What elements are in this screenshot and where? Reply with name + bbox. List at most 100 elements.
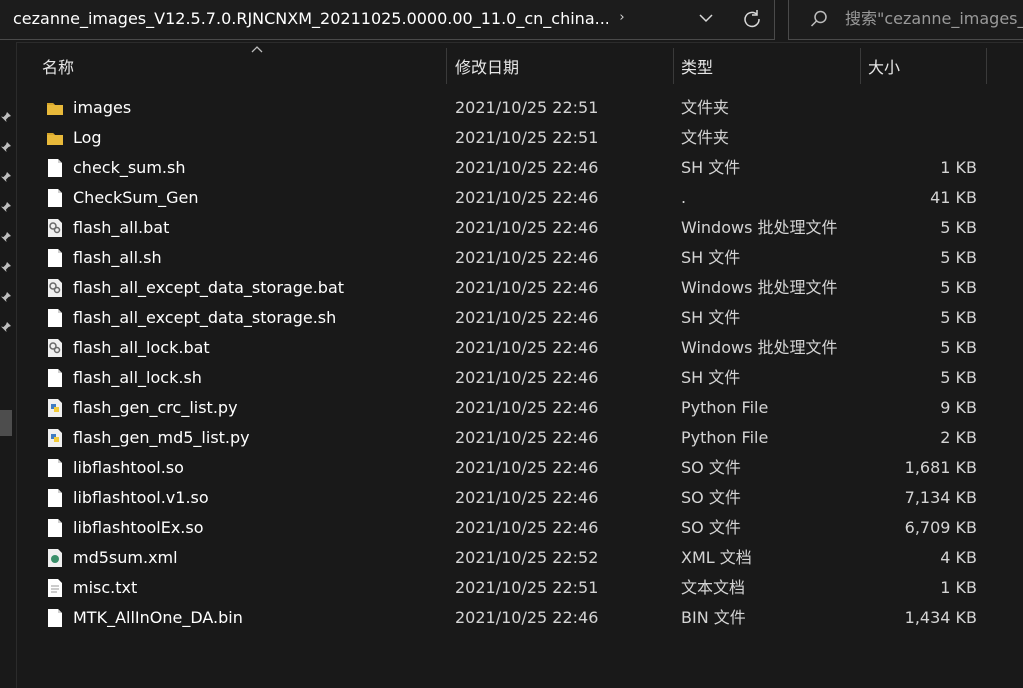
file-type: . bbox=[681, 188, 687, 207]
pin-icon bbox=[0, 288, 12, 302]
chevron-down-icon[interactable] bbox=[696, 8, 716, 28]
file-modified-date: 2021/10/25 22:46 bbox=[455, 488, 599, 507]
file-size: 1,434 KB bbox=[904, 608, 977, 627]
file-icon bbox=[46, 188, 64, 208]
file-size: 4 KB bbox=[940, 548, 977, 567]
file-icon bbox=[46, 158, 64, 178]
file-name: CheckSum_Gen bbox=[73, 188, 199, 207]
file-name: flash_all_except_data_storage.sh bbox=[73, 308, 337, 327]
file-size bbox=[867, 96, 977, 120]
file-modified-date: 2021/10/25 22:46 bbox=[455, 368, 599, 387]
file-size: 5 KB bbox=[940, 278, 977, 297]
file-type: SO 文件 bbox=[681, 488, 741, 507]
file-row[interactable]: flash_all_except_data_storage.bat 2021/10… bbox=[17, 273, 1023, 303]
file-row[interactable]: flash_all_lock.sh 2021/10/25 22:46 SH 文件 5 … bbox=[17, 363, 1023, 393]
python-file-icon bbox=[46, 398, 64, 418]
file-name: check_sum.sh bbox=[73, 158, 186, 177]
file-row[interactable]: flash_gen_md5_list.py 2021/10/25 22:46 Pyt… bbox=[17, 423, 1023, 453]
file-icon bbox=[46, 368, 64, 388]
file-modified-date: 2021/10/25 22:46 bbox=[455, 608, 599, 627]
sort-ascending-icon bbox=[249, 42, 265, 56]
column-divider[interactable] bbox=[860, 48, 861, 84]
file-type: SH 文件 bbox=[681, 248, 741, 267]
file-size: 6,709 KB bbox=[904, 518, 977, 537]
search-input[interactable]: 搜索"cezanne_images_... bbox=[845, 7, 1023, 31]
file-size: 1 KB bbox=[940, 578, 977, 597]
file-type: SO 文件 bbox=[681, 518, 741, 537]
file-row[interactable]: libflashtoolEx.so 2021/10/25 22:46 SO 文件 6,… bbox=[17, 513, 1023, 543]
file-row[interactable]: Log 2021/10/25 22:51 文件夹 bbox=[17, 123, 1023, 153]
column-divider[interactable] bbox=[986, 48, 987, 84]
file-modified-date: 2021/10/25 22:52 bbox=[455, 548, 599, 567]
file-icon bbox=[46, 458, 64, 478]
file-row[interactable]: check_sum.sh 2021/10/25 22:46 SH 文件 1 KB bbox=[17, 153, 1023, 183]
file-name: libflashtool.so bbox=[73, 458, 184, 477]
breadcrumb-chevron-icon[interactable]: › bbox=[615, 9, 629, 27]
file-type: BIN 文件 bbox=[681, 608, 746, 627]
file-name: flash_all_except_data_storage.bat bbox=[73, 278, 345, 297]
file-row[interactable]: flash_all_except_data_storage.sh 2021/10/… bbox=[17, 303, 1023, 333]
file-name: flash_gen_crc_list.py bbox=[73, 398, 238, 417]
file-type: SH 文件 bbox=[681, 368, 741, 387]
file-size: 5 KB bbox=[940, 248, 977, 267]
column-header-size[interactable]: 大小 bbox=[868, 56, 968, 80]
file-name: images bbox=[73, 98, 132, 117]
folder-icon bbox=[46, 128, 64, 148]
file-size bbox=[867, 126, 977, 150]
column-header-date[interactable]: 修改日期 bbox=[455, 56, 615, 80]
file-modified-date: 2021/10/25 22:46 bbox=[455, 308, 599, 327]
file-row[interactable]: flash_all_lock.bat 2021/10/25 22:46 Window… bbox=[17, 333, 1023, 363]
address-bar[interactable]: cezanne_images_V12.5.7.0.RJNCNXM_2021102… bbox=[0, 0, 775, 40]
file-row[interactable]: flash_all.bat 2021/10/25 22:46 Windows 批处理… bbox=[17, 213, 1023, 243]
file-name: libflashtoolEx.so bbox=[73, 518, 204, 537]
file-name: flash_gen_md5_list.py bbox=[73, 428, 250, 447]
file-row[interactable]: flash_gen_crc_list.py 2021/10/25 22:46 Pyt… bbox=[17, 393, 1023, 423]
file-modified-date: 2021/10/25 22:46 bbox=[455, 458, 599, 477]
refresh-icon[interactable] bbox=[741, 8, 763, 30]
toolbar: cezanne_images_V12.5.7.0.RJNCNXM_2021102… bbox=[0, 0, 1023, 43]
column-divider[interactable] bbox=[673, 48, 674, 84]
file-modified-date: 2021/10/25 22:46 bbox=[455, 218, 599, 237]
file-name: misc.txt bbox=[73, 578, 138, 597]
file-row[interactable]: MTK_AllInOne_DA.bin 2021/10/25 22:46 BIN 文… bbox=[17, 603, 1023, 633]
address-path[interactable]: cezanne_images_V12.5.7.0.RJNCNXM_2021102… bbox=[13, 7, 608, 31]
file-row[interactable]: images 2021/10/25 22:51 文件夹 bbox=[17, 93, 1023, 123]
file-row[interactable]: libflashtool.so 2021/10/25 22:46 SO 文件 1,68… bbox=[17, 453, 1023, 483]
file-type: Windows 批处理文件 bbox=[681, 338, 838, 357]
file-row[interactable]: flash_all.sh 2021/10/25 22:46 SH 文件 5 KB bbox=[17, 243, 1023, 273]
file-name: md5sum.xml bbox=[73, 548, 178, 567]
file-icon bbox=[46, 248, 64, 268]
file-size: 1 KB bbox=[940, 158, 977, 177]
pin-icon bbox=[0, 138, 12, 152]
file-modified-date: 2021/10/25 22:46 bbox=[455, 338, 599, 357]
batch-file-icon bbox=[46, 278, 64, 298]
folder-icon bbox=[46, 98, 64, 118]
batch-file-icon bbox=[46, 338, 64, 358]
file-size: 41 KB bbox=[930, 188, 977, 207]
nav-selected-item[interactable] bbox=[0, 410, 12, 436]
file-type: SH 文件 bbox=[681, 158, 741, 177]
file-modified-date: 2021/10/25 22:46 bbox=[455, 398, 599, 417]
file-name: flash_all_lock.sh bbox=[73, 368, 202, 387]
file-row[interactable]: misc.txt 2021/10/25 22:51 文本文档 1 KB bbox=[17, 573, 1023, 603]
file-size: 9 KB bbox=[940, 398, 977, 417]
column-header-name[interactable]: 名称 bbox=[42, 56, 202, 80]
file-modified-date: 2021/10/25 22:51 bbox=[455, 98, 599, 117]
search-box[interactable]: 搜索"cezanne_images_... bbox=[788, 0, 1023, 40]
file-type: Python File bbox=[681, 428, 769, 447]
file-row[interactable]: CheckSum_Gen 2021/10/25 22:46. 41 KB bbox=[17, 183, 1023, 213]
file-size: 7,134 KB bbox=[904, 488, 977, 507]
column-divider[interactable] bbox=[446, 48, 447, 84]
column-header-row: 名称 修改日期 类型 大小 bbox=[17, 42, 1023, 90]
text-file-icon bbox=[46, 578, 64, 598]
file-type: Windows 批处理文件 bbox=[681, 278, 838, 297]
file-type: SO 文件 bbox=[681, 458, 741, 477]
file-row[interactable]: libflashtool.v1.so 2021/10/25 22:46 SO 文件 7… bbox=[17, 483, 1023, 513]
navigation-pane bbox=[0, 42, 16, 688]
file-type: XML 文档 bbox=[681, 548, 752, 567]
file-modified-date: 2021/10/25 22:51 bbox=[455, 128, 599, 147]
column-header-type[interactable]: 类型 bbox=[681, 56, 841, 80]
search-icon[interactable] bbox=[809, 9, 829, 29]
file-row[interactable]: md5sum.xml 2021/10/25 22:52 XML 文档 4 KB bbox=[17, 543, 1023, 573]
file-modified-date: 2021/10/25 22:46 bbox=[455, 188, 599, 207]
